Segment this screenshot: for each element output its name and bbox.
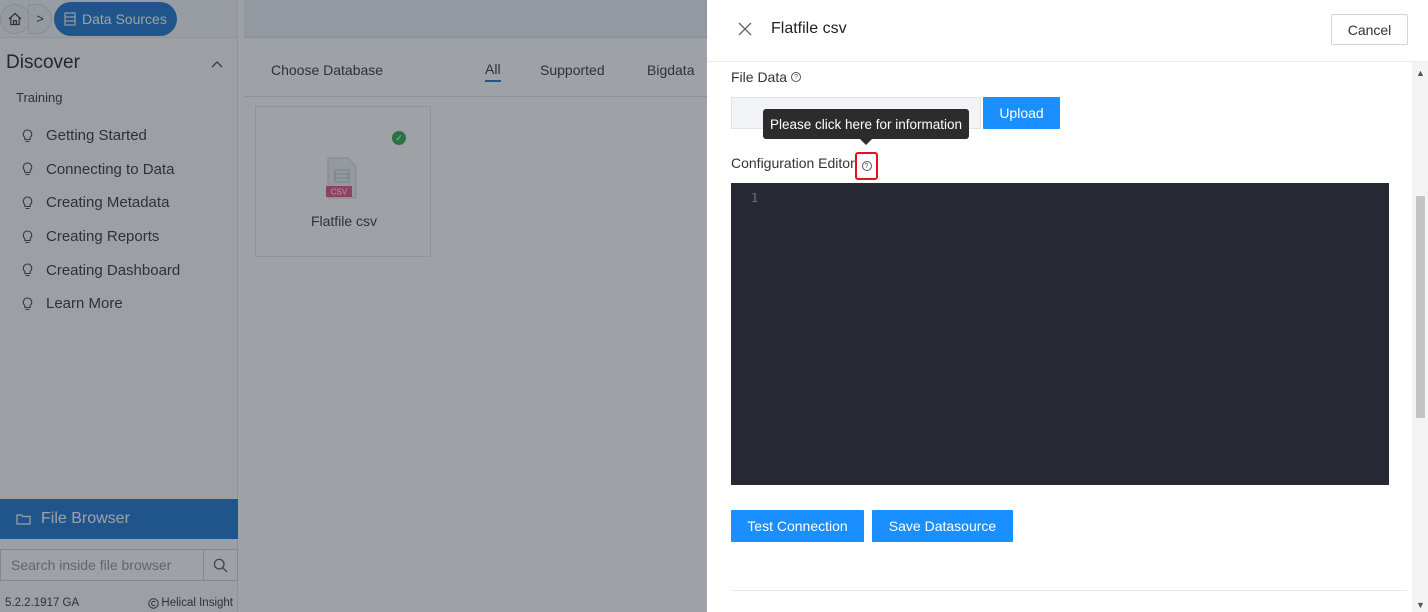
modal-overlay[interactable] <box>0 0 707 612</box>
close-icon[interactable] <box>737 21 753 37</box>
line-number: 1 <box>751 191 759 205</box>
divider <box>731 590 1407 591</box>
save-datasource-button[interactable]: Save Datasource <box>872 510 1013 542</box>
scroll-thumb[interactable] <box>1416 196 1425 418</box>
configuration-editor-label: Configuration Editor <box>731 155 855 171</box>
scroll-down-arrow[interactable]: ▼ <box>1416 600 1425 610</box>
drawer-header: Flatfile csv Cancel <box>707 0 1428 62</box>
cancel-button[interactable]: Cancel <box>1331 14 1408 45</box>
drawer-title: Flatfile csv <box>771 20 847 37</box>
help-tooltip: Please click here for information <box>763 109 969 139</box>
help-icon[interactable]: ? <box>861 161 872 171</box>
drawer-scrollbar[interactable]: ▲ ▼ <box>1412 62 1428 612</box>
scroll-up-arrow[interactable]: ▲ <box>1416 68 1425 78</box>
datasource-drawer: Flatfile csv Cancel File Data ? Upload P… <box>707 0 1428 612</box>
configuration-editor[interactable]: 1 <box>731 183 1389 485</box>
tooltip-arrow <box>860 139 872 145</box>
test-connection-button[interactable]: Test Connection <box>731 510 864 542</box>
file-data-label-text: File Data <box>731 69 788 85</box>
help-icon[interactable]: ? <box>791 72 802 82</box>
configuration-editor-label-text: Configuration Editor <box>731 155 855 171</box>
help-icon-highlight[interactable]: ? <box>855 152 878 180</box>
upload-button[interactable]: Upload <box>983 97 1060 129</box>
file-data-label: File Data ? <box>731 69 802 85</box>
